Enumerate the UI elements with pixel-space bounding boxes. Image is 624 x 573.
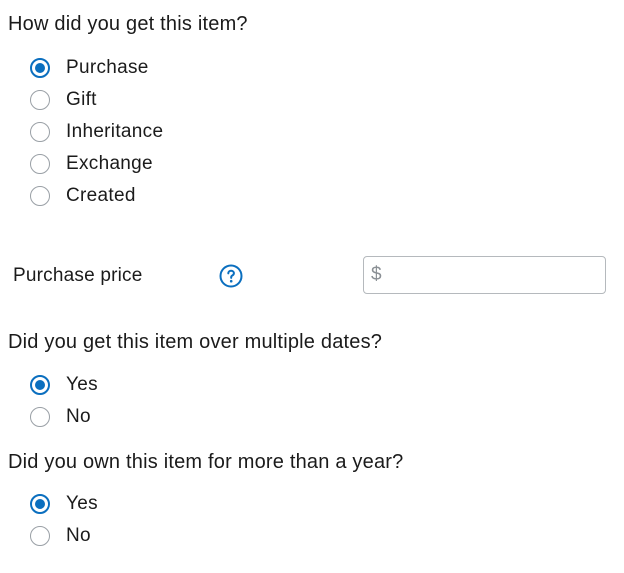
radio-option-label: Exchange [66, 153, 153, 174]
currency-symbol: $ [371, 264, 382, 285]
question-circle-icon[interactable] [219, 264, 243, 288]
radio-option-purchase[interactable]: Purchase [30, 55, 149, 81]
radio-option-owned-year-yes[interactable]: Yes [30, 491, 98, 517]
purchase-price-field[interactable]: $ [363, 256, 606, 294]
radio-option-gift[interactable]: Gift [30, 87, 97, 113]
radio-option-label: No [66, 406, 91, 427]
radio-unselected-icon[interactable] [30, 90, 50, 110]
radio-option-owned-year-no[interactable]: No [30, 523, 91, 549]
acquisition-question: How did you get this item? [8, 13, 248, 35]
radio-option-multiple-dates-yes[interactable]: Yes [30, 372, 98, 398]
radio-option-exchange[interactable]: Exchange [30, 151, 153, 177]
radio-option-label: No [66, 525, 91, 546]
owned-over-year-question: Did you own this item for more than a ye… [8, 451, 404, 473]
purchase-price-input[interactable] [381, 260, 605, 290]
radio-unselected-icon[interactable] [30, 526, 50, 546]
radio-option-created[interactable]: Created [30, 183, 136, 209]
multiple-dates-question: Did you get this item over multiple date… [8, 331, 383, 353]
radio-selected-icon[interactable] [30, 58, 50, 78]
radio-selected-icon[interactable] [30, 494, 50, 514]
radio-selected-icon[interactable] [30, 375, 50, 395]
radio-option-label: Yes [66, 493, 98, 514]
radio-option-label: Inheritance [66, 121, 164, 142]
purchase-price-label: Purchase price [13, 265, 143, 286]
radio-option-label: Gift [66, 89, 97, 110]
radio-unselected-icon[interactable] [30, 186, 50, 206]
radio-option-label: Created [66, 185, 136, 206]
radio-unselected-icon[interactable] [30, 122, 50, 142]
radio-option-inheritance[interactable]: Inheritance [30, 119, 163, 145]
radio-option-label: Yes [66, 374, 98, 395]
radio-option-multiple-dates-no[interactable]: No [30, 404, 91, 430]
radio-unselected-icon[interactable] [30, 407, 50, 427]
radio-option-label: Purchase [66, 57, 149, 78]
radio-unselected-icon[interactable] [30, 154, 50, 174]
